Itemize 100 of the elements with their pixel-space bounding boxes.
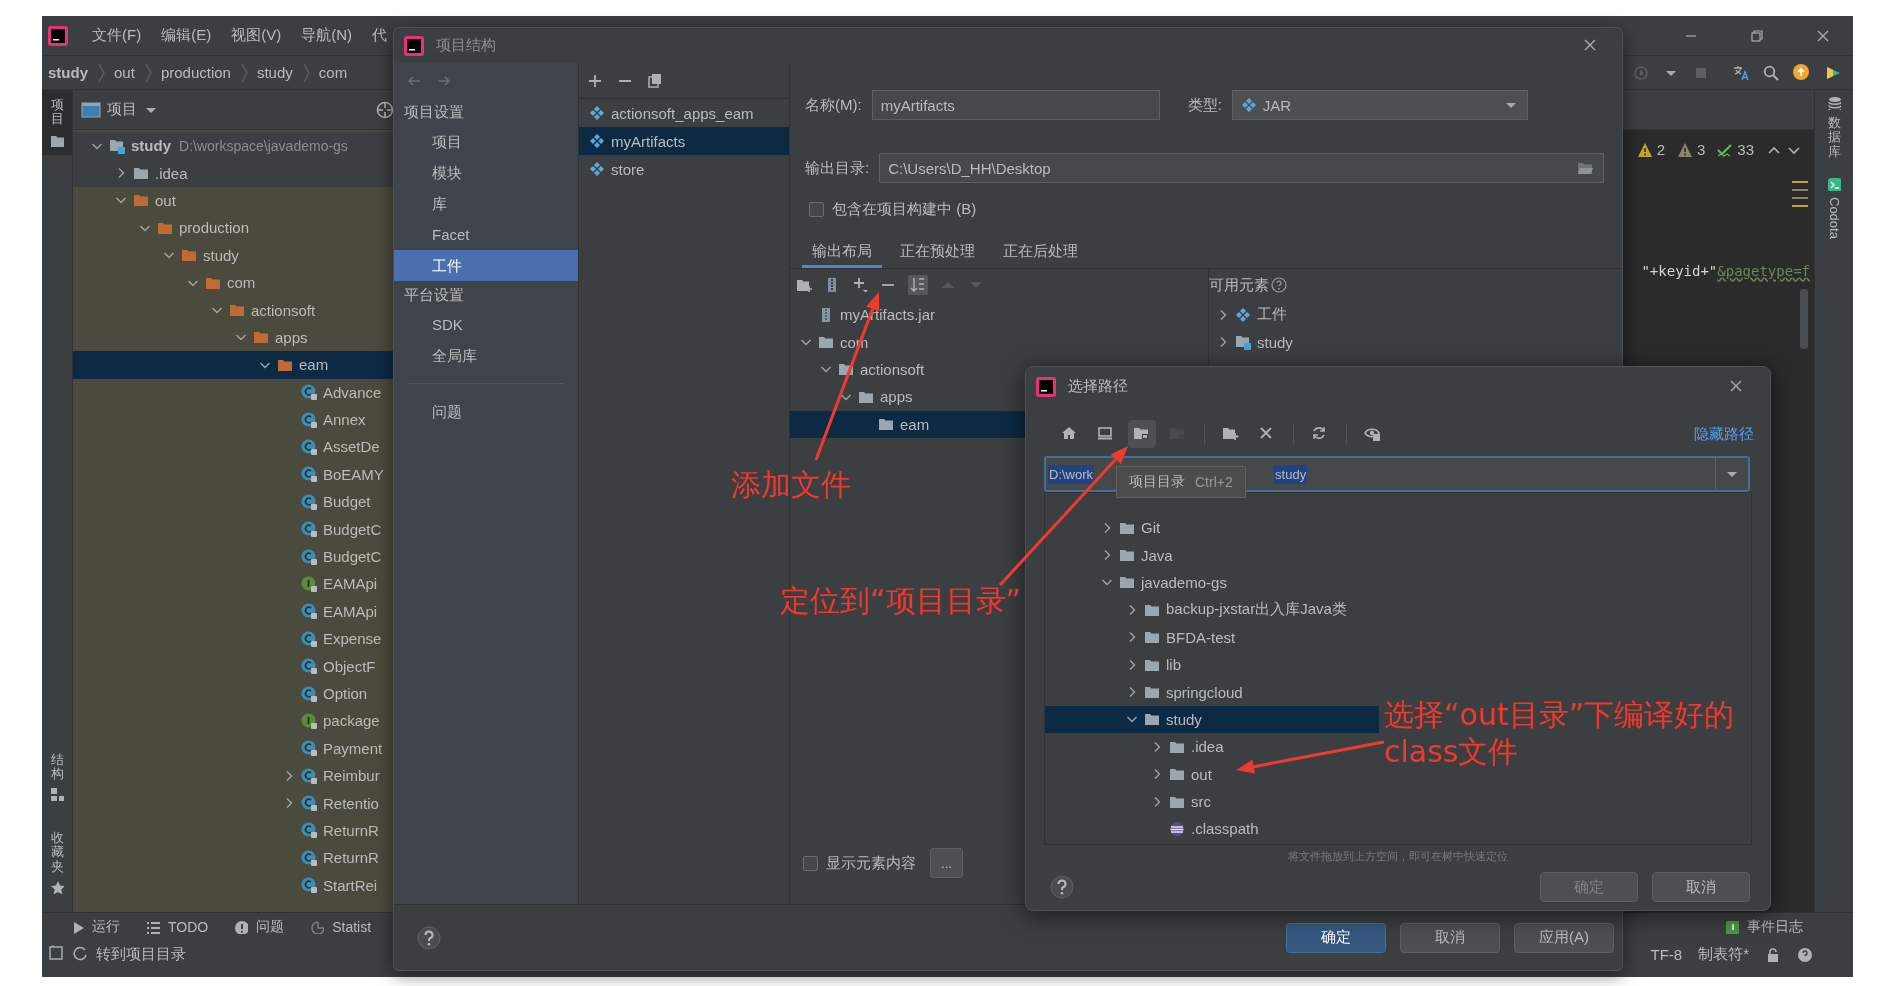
tab[interactable]: 正在后处理: [993, 237, 1088, 268]
checkbox[interactable]: [809, 201, 824, 217]
tree-row[interactable]: Java: [1045, 541, 1181, 569]
menu-item[interactable]: 视图(V): [231, 26, 282, 45]
tree-row[interactable]: eam: [73, 351, 394, 379]
side-tab[interactable]: 数据库: [1827, 96, 1841, 159]
window-icon[interactable]: [48, 945, 64, 961]
add-folder-icon[interactable]: [796, 277, 812, 293]
add-icon[interactable]: [587, 72, 603, 89]
checkbox[interactable]: [803, 855, 818, 871]
tree-row[interactable]: study: [1045, 705, 1379, 734]
status-item[interactable]: 制表符*: [1698, 945, 1749, 964]
menu-item[interactable]: 文件(F): [92, 26, 142, 45]
class-icon: [301, 548, 317, 565]
output-path-field[interactable]: C:\Users\D_HH\Desktop: [879, 153, 1604, 183]
locate-icon[interactable]: [376, 100, 394, 119]
tool-window-button[interactable]: 问题: [234, 918, 285, 936]
type-dropdown[interactable]: JAR: [1231, 90, 1528, 120]
folder-icon: [133, 192, 149, 209]
class-icon: [301, 685, 317, 702]
dialog-button[interactable]: 取消: [1400, 922, 1500, 953]
file-icon: [1169, 821, 1185, 837]
panel-title[interactable]: 项目: [107, 100, 137, 119]
tree-row[interactable]: BFDA-test: [1045, 623, 1244, 651]
plugin-logo-icon[interactable]: [1825, 64, 1841, 81]
nav-item[interactable]: SDK: [394, 309, 578, 340]
nav-item[interactable]: 项目: [394, 126, 578, 157]
tree-label: study: [131, 137, 171, 155]
tree-row[interactable]: study: [1209, 328, 1622, 356]
dialog-button[interactable]: 确定: [1286, 922, 1386, 953]
tree-row[interactable]: .idea: [1045, 733, 1232, 761]
nav-item[interactable]: Facet: [394, 219, 578, 250]
side-tab[interactable]: Codota: [1826, 176, 1842, 239]
tool-window-button[interactable]: 运行: [70, 918, 120, 936]
tree-row[interactable]: backup-jxstar出入库Java类: [1045, 596, 1355, 624]
toolbar-button[interactable]: [1128, 420, 1156, 448]
restore-icon[interactable]: [1749, 27, 1765, 44]
menu-item[interactable]: 代: [372, 26, 387, 45]
nav-item[interactable]: 工件: [394, 250, 578, 281]
dialog-title: 选择路径: [1068, 377, 1128, 396]
side-tab[interactable]: 结构: [42, 744, 72, 810]
folder-icon[interactable]: [1577, 160, 1595, 176]
list-item[interactable]: myArtifacts: [579, 127, 789, 155]
help-icon[interactable]: [1797, 946, 1813, 963]
tree-row[interactable]: src: [1045, 787, 1219, 816]
breadcrumb-item[interactable]: out: [114, 64, 135, 81]
breadcrumb-item[interactable]: production: [160, 64, 231, 81]
sort-icon[interactable]: [908, 275, 928, 295]
tree-row[interactable]: .idea: [73, 159, 394, 187]
breadcrumb-item[interactable]: study: [48, 64, 88, 81]
list-item[interactable]: actionsoft_apps_eam: [579, 99, 789, 127]
breadcrumb-item[interactable]: com: [318, 64, 348, 81]
class-icon: [301, 822, 317, 839]
tree-label: Git: [1141, 519, 1161, 537]
lock-icon[interactable]: [1765, 946, 1781, 963]
breadcrumb-item[interactable]: study: [256, 64, 293, 81]
menu-item[interactable]: 导航(N): [301, 26, 352, 45]
scrollbar-thumb[interactable]: [1800, 289, 1808, 349]
help-icon[interactable]: [417, 925, 441, 950]
side-tab[interactable]: 项目: [42, 90, 72, 155]
dialog-button[interactable]: 取消: [1652, 872, 1750, 902]
tree-row[interactable]: .classpath: [1045, 815, 1267, 843]
annotation-text: 添加文件: [731, 466, 851, 503]
tree-label: actionsoft: [251, 301, 316, 319]
help-icon[interactable]: [1050, 875, 1074, 899]
menu-item[interactable]: 编辑(E): [161, 26, 212, 45]
artifact-icon: [1240, 97, 1257, 113]
status-item[interactable]: TF-8: [1650, 946, 1683, 963]
statistic-icon: [310, 920, 325, 934]
tab[interactable]: 输出布局: [802, 237, 882, 268]
dialog-button[interactable]: 应用(A): [1514, 922, 1614, 953]
tree-row[interactable]: 工件: [1209, 301, 1622, 329]
update-icon[interactable]: [1793, 63, 1811, 82]
search-icon[interactable]: [1763, 64, 1779, 81]
copy-icon[interactable]: [647, 72, 663, 89]
translate-icon[interactable]: [1733, 64, 1749, 81]
tool-window-button[interactable]: Statist: [310, 919, 372, 935]
tree-label: actionsoft: [860, 360, 925, 378]
list-item[interactable]: store: [579, 155, 789, 183]
hide-path-link[interactable]: 隐藏路径: [1694, 424, 1754, 444]
tab[interactable]: 正在预处理: [890, 237, 985, 268]
add-menu-icon[interactable]: [852, 277, 868, 293]
tree-row[interactable]: out: [1045, 760, 1220, 788]
nav-item[interactable]: 全局库: [394, 340, 578, 371]
tree-row[interactable]: springcloud: [1045, 678, 1251, 706]
nav-item[interactable]: 库: [394, 188, 578, 219]
nav-item[interactable]: 模块: [394, 157, 578, 188]
tree-row[interactable]: lib: [1045, 650, 1189, 679]
class-icon: [301, 795, 317, 812]
more-button[interactable]: ...: [930, 848, 963, 878]
tree-row[interactable]: Git: [1045, 514, 1169, 542]
event-log-button[interactable]: 事件日志: [1725, 918, 1803, 936]
tree-row[interactable]: study D:\workspace\javademo-gs: [73, 132, 394, 160]
nav-item[interactable]: 问题: [394, 396, 578, 427]
tree-label: Annex: [323, 411, 366, 429]
side-tab[interactable]: 收藏夹: [42, 823, 72, 902]
name-field[interactable]: myArtifacts: [871, 90, 1160, 120]
tree-row[interactable]: javademo-gs: [1045, 568, 1235, 597]
tool-window-button[interactable]: TODO: [146, 919, 209, 935]
help-icon[interactable]: [1271, 277, 1287, 293]
